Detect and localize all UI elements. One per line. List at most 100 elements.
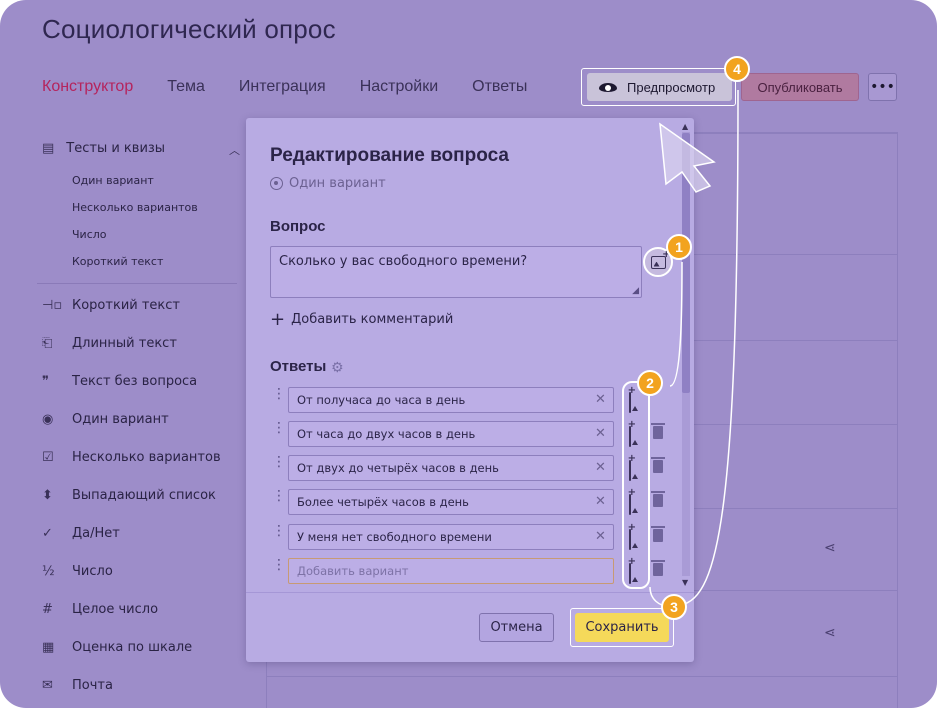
- plus-icon: +: [270, 308, 286, 330]
- sidebar-item-label: Целое число: [72, 602, 159, 617]
- sidebar-item-scale[interactable]: ▦ Оценка по шкале: [42, 640, 192, 655]
- sidebar-subitem[interactable]: Число: [72, 228, 107, 241]
- preview-label: Предпросмотр: [627, 79, 716, 95]
- clear-icon[interactable]: ✕: [595, 494, 606, 509]
- sidebar-item-multiple-choice[interactable]: ☑ Несколько вариантов: [42, 450, 221, 465]
- question-textarea[interactable]: Сколько у вас свободного времени? ◢: [270, 246, 642, 298]
- sidebar-item-email[interactable]: ✉ Почта: [42, 678, 113, 693]
- sidebar-item-label: Да/Нет: [72, 526, 120, 541]
- clear-icon[interactable]: ✕: [595, 426, 606, 441]
- tab-integration[interactable]: Интеграция: [239, 78, 326, 96]
- drag-handle-icon[interactable]: ⋮: [272, 558, 286, 572]
- publish-button[interactable]: Опубликовать: [741, 73, 859, 101]
- answer-row: ⋮ От часа до двух часов в день ✕: [272, 421, 672, 447]
- sidebar-item-single-choice[interactable]: ◉ Один вариант: [42, 412, 169, 427]
- cancel-button[interactable]: Отмена: [479, 613, 554, 642]
- answer-input[interactable]: От получаса до часа в день: [288, 387, 614, 413]
- grid-icon: ▦: [42, 640, 55, 655]
- long-text-icon: ⎗: [42, 336, 53, 351]
- gear-icon[interactable]: ⚙: [331, 360, 344, 376]
- preview-button[interactable]: Предпросмотр: [587, 73, 732, 101]
- tab-theme[interactable]: Тема: [167, 78, 205, 96]
- scroll-down-arrow[interactable]: ▼: [682, 578, 688, 587]
- more-options-button[interactable]: •••: [868, 73, 897, 101]
- quiz-icon: ▤: [42, 141, 55, 156]
- add-comment-button[interactable]: + Добавить комментарий: [270, 308, 454, 330]
- share-icon[interactable]: ⋖: [824, 625, 836, 641]
- step-badge-3: 3: [661, 594, 687, 620]
- step-badge-4: 4: [724, 56, 750, 82]
- sidebar-item-label: Почта: [72, 678, 113, 693]
- answer-input[interactable]: От часа до двух часов в день: [288, 421, 614, 447]
- sidebar-subitem[interactable]: Один вариант: [72, 174, 154, 187]
- page-title: Социологический опрос: [42, 14, 336, 44]
- sidebar-item-text-no-question[interactable]: ❞ Текст без вопроса: [42, 374, 197, 389]
- sidebar-group-label: Тесты и квизы: [66, 141, 166, 156]
- sidebar-group-quizzes[interactable]: ▤ Тесты и квизы: [42, 141, 165, 156]
- checkbox-icon: ☑: [42, 450, 54, 465]
- sidebar-item-label: Несколько вариантов: [72, 450, 221, 465]
- resize-handle-icon[interactable]: ◢: [632, 286, 639, 296]
- answer-input[interactable]: У меня нет свободного времени: [288, 524, 614, 550]
- trash-icon[interactable]: [651, 560, 665, 576]
- sidebar-divider: [37, 283, 237, 284]
- eye-icon: [599, 82, 617, 92]
- sidebar-item-long-text[interactable]: ⎗ Длинный текст: [42, 336, 177, 351]
- radio-icon: ◉: [42, 412, 54, 427]
- share-icon[interactable]: ⋖: [824, 540, 836, 556]
- sidebar-item-label: Текст без вопроса: [72, 374, 198, 389]
- answer-input[interactable]: Более четырёх часов в день: [288, 489, 614, 515]
- tab-constructor[interactable]: Конструктор: [42, 78, 133, 96]
- clear-icon[interactable]: ✕: [595, 460, 606, 475]
- add-image-icon: [650, 249, 671, 269]
- dialog-footer-divider: [246, 592, 694, 593]
- sidebar-item-yes-no[interactable]: ✓ Да/Нет: [42, 526, 120, 541]
- drag-handle-icon[interactable]: ⋮: [272, 524, 286, 538]
- answer-input[interactable]: От двух до четырёх часов в день: [288, 455, 614, 481]
- quote-icon: ❞: [42, 374, 49, 389]
- drag-handle-icon[interactable]: ⋮: [272, 421, 286, 435]
- tab-answers[interactable]: Ответы: [472, 78, 527, 96]
- question-text: Сколько у вас свободного времени?: [279, 254, 528, 269]
- tab-settings[interactable]: Настройки: [360, 78, 438, 96]
- fraction-icon: ½: [42, 564, 55, 579]
- trash-icon[interactable]: [651, 526, 665, 542]
- answer-row: ⋮ Добавить вариант: [272, 558, 672, 584]
- sidebar-item-label: Оценка по шкале: [72, 640, 193, 655]
- trash-icon[interactable]: [651, 457, 665, 473]
- save-button[interactable]: Сохранить: [575, 613, 669, 642]
- hash-icon: #: [42, 602, 53, 617]
- sidebar-item-integer[interactable]: # Целое число: [42, 602, 158, 617]
- sidebar-subitem[interactable]: Несколько вариантов: [72, 201, 198, 214]
- app-window: Социологический опрос Конструктор Тема И…: [0, 0, 937, 708]
- scrollbar-thumb[interactable]: [682, 133, 690, 393]
- divider: [266, 676, 898, 677]
- drag-handle-icon[interactable]: ⋮: [272, 387, 286, 401]
- dialog-title: Редактирование вопроса: [270, 145, 509, 166]
- step-badge-1: 1: [666, 234, 692, 260]
- trash-icon[interactable]: [651, 423, 665, 439]
- drag-handle-icon[interactable]: ⋮: [272, 489, 286, 503]
- step-badge-2: 2: [637, 370, 663, 396]
- scroll-up-arrow[interactable]: ▲: [682, 122, 688, 131]
- short-text-icon: ⊣▫: [42, 298, 63, 313]
- sidebar-item-dropdown[interactable]: ⬍ Выпадающий список: [42, 488, 216, 503]
- answers-images-highlight: [622, 381, 650, 589]
- sidebar-item-short-text[interactable]: ⊣▫ Короткий текст: [42, 298, 180, 313]
- trash-icon[interactable]: [651, 491, 665, 507]
- sidebar-item-number[interactable]: ½ Число: [42, 564, 113, 579]
- answer-row: ⋮ Более четырёх часов в день ✕: [272, 489, 672, 515]
- sidebar-item-label: Длинный текст: [72, 336, 177, 351]
- dropdown-icon: ⬍: [42, 488, 53, 503]
- tab-bar: Конструктор Тема Интеграция Настройки От…: [42, 78, 561, 96]
- sidebar-subitem[interactable]: Короткий текст: [72, 255, 163, 268]
- answer-row: ⋮ От двух до четырёх часов в день ✕: [272, 455, 672, 481]
- add-variant-input[interactable]: Добавить вариант: [288, 558, 614, 584]
- add-comment-label: Добавить комментарий: [291, 312, 454, 327]
- question-type-label: Один вариант: [289, 176, 386, 191]
- chevron-up-icon[interactable]: ︿: [229, 142, 240, 158]
- clear-icon[interactable]: ✕: [595, 529, 606, 544]
- drag-handle-icon[interactable]: ⋮: [272, 455, 286, 469]
- clear-icon[interactable]: ✕: [595, 392, 606, 407]
- check-icon: ✓: [42, 526, 53, 541]
